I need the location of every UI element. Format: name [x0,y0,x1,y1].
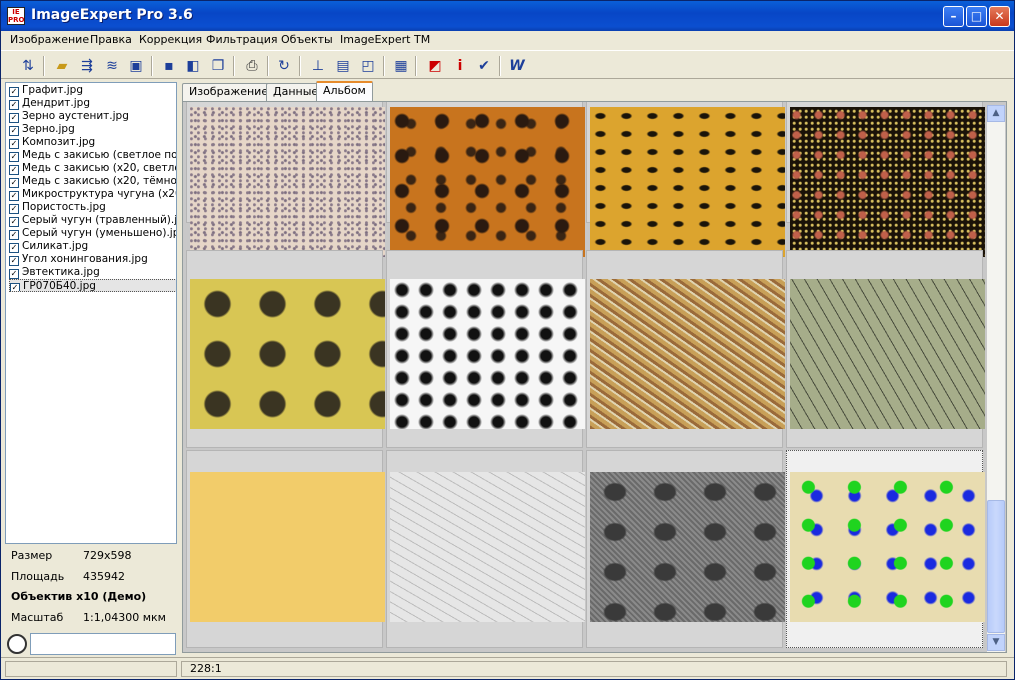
tree-icon[interactable]: ⊥ [307,55,329,77]
file-item-selected[interactable]: ✓ ГР070Б40.jpg [9,279,176,292]
file-item[interactable]: ✓ Медь с закисью (x20, светлое [9,162,176,175]
album-thumbnail[interactable] [786,102,985,257]
dendrite-image [390,107,585,257]
sort-icon[interactable]: ⇅ [17,55,39,77]
info-icon[interactable]: i [449,55,471,77]
austenite-image [590,107,785,257]
file-item[interactable]: ✓ Пористость.jpg [9,201,176,214]
cast-iron-microstructure-image [190,472,385,622]
album-thumbnail[interactable] [386,450,585,648]
window-title: ImageExpert Pro 3.6 [31,7,193,23]
open-folder-icon[interactable]: ▰ [51,55,73,77]
copper-oxide-x20-light-image [590,279,785,429]
size-value: 729x598 [83,549,132,562]
copper-oxide-light-image [390,279,585,429]
circle-tool-icon[interactable] [7,634,27,654]
layers-icon[interactable]: ≋ [101,55,123,77]
close-button[interactable]: ✕ [989,6,1010,27]
album-thumbnail[interactable] [586,250,785,448]
refresh-icon[interactable]: ↻ [273,55,295,77]
maximize-button[interactable]: □ [966,6,987,27]
menu-bar: Изображение Правка Коррекция Фильтрация … [1,31,1014,50]
album-thumbnail[interactable] [186,450,385,648]
album-grid [182,101,1007,653]
file-item[interactable]: ✓ Дендрит.jpg [9,97,176,110]
save-icon[interactable]: ▪ [158,55,180,77]
file-item[interactable]: ✓ Зерно.jpg [9,123,176,136]
word-icon[interactable]: W [506,55,528,77]
menu-image[interactable]: Изображение [10,33,89,46]
album-thumbnail[interactable] [386,250,585,448]
file-item[interactable]: ✓ Серый чугун (травленный).jpg [9,214,176,227]
scroll-up-icon[interactable]: ▲ [987,105,1005,122]
tab-album[interactable]: Альбом [316,81,373,102]
tab-image[interactable]: Изображение [182,83,276,101]
file-item[interactable]: ✓ Графит.jpg [9,84,176,97]
file-item[interactable]: ✓ Серый чугун (уменьшено).jpg [9,227,176,240]
toolbar: ⇅ ▰ ⇶ ≋ ▣ ▪ ◧ ❐ ⎙ ↻ ⊥ ▤ ◰ ▦ ◩ i ✔ W [1,50,1014,79]
album-scrollbar[interactable]: ▲ ▼ [987,105,1005,652]
print-icon[interactable]: ⎙ [241,55,263,77]
objective-label: Объектив x10 (Демо) [11,590,147,603]
check-icon[interactable]: ✔ [473,55,495,77]
file-item[interactable]: ✓ Зерно аустенит.jpg [9,110,176,123]
scale-value: 1:1,04300 мкм [83,611,166,624]
album-thumbnail[interactable] [186,250,385,448]
menu-edit[interactable]: Правка [90,33,132,46]
command-input[interactable] [30,633,176,655]
minimize-button[interactable]: – [943,6,964,27]
monitor-copy-icon[interactable]: ◰ [357,55,379,77]
album-thumbnail[interactable] [386,102,585,257]
copper-oxide-x20-dark-image [790,279,985,429]
album-thumbnail[interactable] [186,102,385,257]
file-item[interactable]: ✓ Композит.jpg [9,136,176,149]
file-item[interactable]: ✓ Микроструктура чугуна (x20).j [9,188,176,201]
menu-filtering[interactable]: Фильтрация [206,33,278,46]
album-thumbnail[interactable] [586,102,785,257]
album-thumbnail[interactable] [586,450,785,648]
gray-iron-etched-image [590,472,785,622]
file-item[interactable]: ✓ Медь с закисью (x20, тёмное [9,175,176,188]
file-item[interactable]: ✓ Силикат.jpg [9,240,176,253]
main-window: IE PRO ImageExpert Pro 3.6 – □ ✕ Изображе… [0,0,1015,680]
status-zoom: 228:1 [181,661,1007,677]
monitor-icon[interactable]: ▤ [332,55,354,77]
file-item[interactable]: ✓ Эвтектика.jpg [9,266,176,279]
grid-icon[interactable]: ▦ [390,55,412,77]
album-thumbnail-selected[interactable] [786,450,985,648]
report-icon[interactable]: ◩ [424,55,446,77]
save-all-icon[interactable]: ◧ [182,55,204,77]
album-thumbnail[interactable] [786,250,985,448]
status-panel-left [5,661,177,677]
menu-imageexpert-tm[interactable]: ImageExpert TM [340,33,430,46]
copy-icon[interactable]: ❐ [207,55,229,77]
status-bar: 228:1 [1,657,1014,679]
file-item[interactable]: ✓ Медь с закисью (светлое пол [9,149,176,162]
graphite-image [190,107,385,257]
title-bar[interactable]: IE PRO ImageExpert Pro 3.6 – □ ✕ [1,1,1014,31]
file-item[interactable]: ✓ Угол хонингования.jpg [9,253,176,266]
file-list: ✓ Графит.jpg ✓ Дендрит.jpg ✓ Зерно аустенит… [5,82,177,544]
window-icon[interactable]: ▣ [125,55,147,77]
app-icon: IE PRO [7,7,25,25]
scroll-thumb[interactable] [987,500,1005,633]
scroll-down-icon[interactable]: ▼ [987,634,1005,651]
size-label: Размер [11,549,53,562]
gray-iron-reduced-image [790,472,985,622]
area-value: 435942 [83,570,125,583]
scale-label: Масштаб [11,611,64,624]
import-icon[interactable]: ⇶ [76,55,98,77]
porosity-image [390,472,585,622]
area-label: Площадь [11,570,65,583]
composite-image [190,279,385,429]
menu-correction[interactable]: Коррекция [139,33,202,46]
menu-objects[interactable]: Объекты [281,33,333,46]
image-info-panel: Размер 729x598 Площадь 435942 Объектив x… [5,545,177,631]
grain-image [790,107,985,257]
